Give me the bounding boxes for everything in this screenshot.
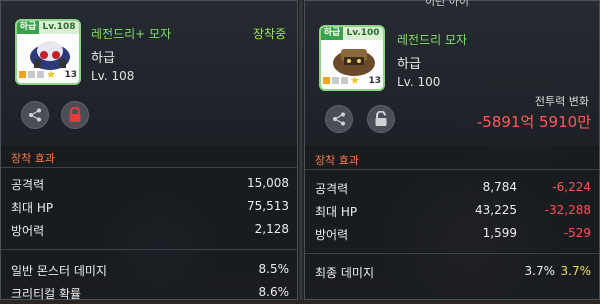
rarity-mark (28, 71, 35, 78)
stat-value: 15,008 (247, 176, 289, 190)
star-count: 13 (368, 75, 381, 86)
item-level: Lv. 100 (397, 75, 441, 89)
rarity-mark (19, 71, 26, 78)
stat-value: 8.6% (258, 285, 290, 299)
lock-icon (69, 107, 81, 122)
stat-value: 1,599 (482, 226, 517, 240)
grade-tag: 하급 (17, 21, 39, 34)
item-grade: 하급 (397, 57, 421, 72)
item-footer: ★ 13 (323, 74, 381, 87)
stat-row: 방어력 2,128 (1, 219, 297, 241)
share-button[interactable] (325, 105, 353, 133)
stat-value: 8,784 (482, 180, 517, 194)
equipped-item-icon: 하급 Lv.108 ★ 13 (15, 19, 81, 85)
item-name: 레전드리 모자 (397, 33, 468, 47)
item-footer: ★ 13 (19, 68, 77, 81)
compare-item-header: 이런 아이 하급 Lv.100 ★ 13 레전드리 모자 하급 Lv. 100 (305, 0, 599, 146)
level-tag: Lv.108 (39, 21, 79, 34)
power-change-label: 전투력 변화 (534, 95, 589, 108)
stat-label: 일반 몬스터 데미지 (11, 264, 107, 278)
stat-row: 크리티컬 확률 8.6% (1, 282, 297, 304)
item-grade: 하급 (91, 51, 115, 66)
equipped-label: 장착중 (253, 27, 287, 41)
stat-diff: -32,288 (544, 203, 591, 217)
section-title: 장착 효과 (315, 154, 359, 167)
star-count: 13 (64, 69, 77, 80)
divider (305, 169, 599, 170)
rarity-mark (323, 77, 330, 84)
rarity-mark (37, 71, 44, 78)
equipped-item-header: 하급 Lv.108 ★ 13 레전드리+ 모자 장착중 하급 Lv. 108 (1, 1, 297, 146)
star-icon: ★ (46, 68, 56, 81)
stat-row: 공격력 8,784 -6,224 (305, 177, 599, 199)
header-fragment: 이런 아이 (425, 0, 469, 8)
section-title: 장착 효과 (11, 152, 55, 165)
hat-image (333, 49, 375, 76)
stat-label: 최대 HP (315, 205, 358, 219)
stat-label: 최종 데미지 (315, 266, 375, 280)
stat-value: 8.5% (258, 262, 290, 276)
hat-image (30, 41, 70, 70)
share-icon (29, 108, 41, 122)
stat-value: 43,225 (475, 203, 517, 217)
lock-button[interactable] (61, 101, 89, 129)
stat-row: 공격력 15,008 (1, 173, 297, 195)
stat-value: 3.7% (524, 264, 556, 278)
unlock-icon (375, 111, 387, 126)
divider (1, 167, 297, 168)
stat-label: 방어력 (11, 224, 45, 238)
stat-label: 최대 HP (11, 201, 54, 215)
stat-label: 방어력 (315, 228, 349, 242)
divider (1, 249, 297, 250)
item-name: 레전드리+ 모자 (91, 27, 172, 41)
stat-row: 일반 몬스터 데미지 8.5% (1, 259, 297, 281)
stat-row: 최종 데미지 3.7% 3.7% (305, 261, 599, 283)
stat-row: 최대 HP 43,225 -32,288 (305, 200, 599, 222)
star-icon: ★ (350, 74, 360, 87)
stat-row: 최대 HP 75,513 (1, 196, 297, 218)
stat-label: 공격력 (11, 178, 45, 192)
item-level: Lv. 108 (91, 69, 135, 83)
stat-diff: -6,224 (552, 180, 591, 194)
stat-label: 공격력 (315, 182, 349, 196)
rarity-mark (332, 77, 339, 84)
equipped-item-panel: 하급 Lv.108 ★ 13 레전드리+ 모자 장착중 하급 Lv. 108 장… (0, 0, 298, 301)
level-tag: Lv.100 (343, 27, 383, 40)
stat-row: 방어력 1,599 -529 (305, 223, 599, 245)
stat-label: 크리티컬 확률 (11, 287, 82, 301)
rarity-mark (341, 77, 348, 84)
stat-diff: -529 (563, 226, 591, 240)
share-icon (333, 112, 345, 126)
power-change-value: -5891억 5910만 (476, 113, 591, 131)
stat-value: 2,128 (254, 222, 289, 236)
unlock-button[interactable] (367, 105, 395, 133)
divider (305, 253, 599, 254)
compare-item-icon: 하급 Lv.100 ★ 13 (319, 25, 385, 91)
share-button[interactable] (21, 101, 49, 129)
stat-diff: 3.7% (560, 264, 592, 278)
grade-tag: 하급 (321, 27, 343, 40)
stat-value: 75,513 (247, 199, 289, 213)
compare-item-panel: 이런 아이 하급 Lv.100 ★ 13 레전드리 모자 하급 Lv. 100 (304, 0, 600, 300)
